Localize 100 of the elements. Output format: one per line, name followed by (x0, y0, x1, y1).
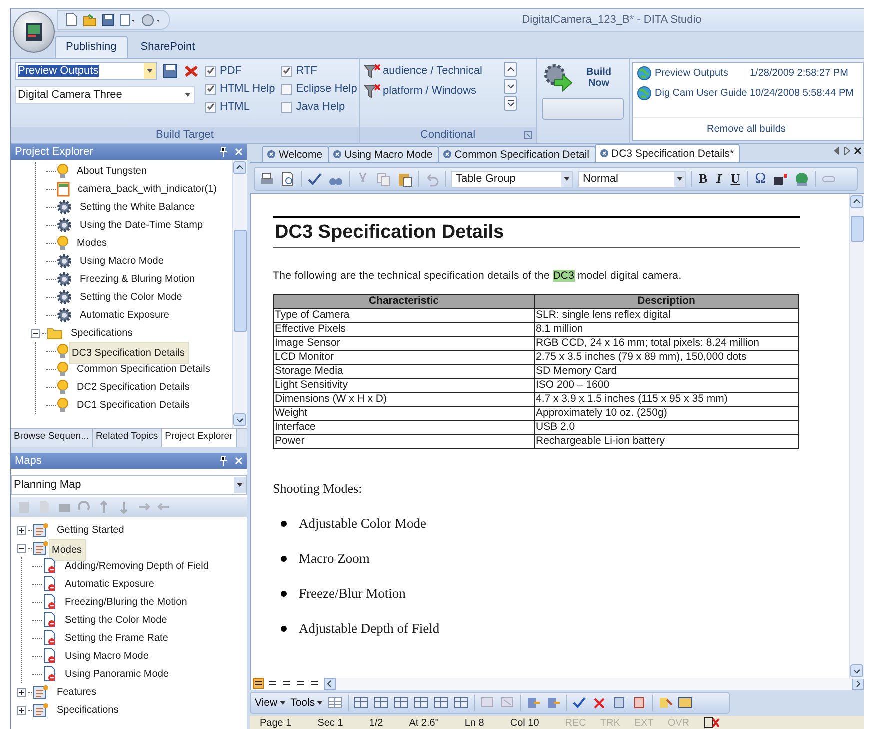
build-name[interactable]: Preview Outputs (655, 68, 747, 78)
tree-item[interactable]: Features (53, 684, 100, 700)
tree-item[interactable]: Specifications (67, 326, 137, 340)
checkbox[interactable] (281, 66, 292, 76)
tree-item[interactable]: Modes (73, 236, 112, 250)
close-tab-icon[interactable] (267, 150, 276, 159)
expand-toggle[interactable] (17, 526, 26, 534)
save-icon[interactable] (163, 64, 178, 78)
tree-item[interactable]: Setting the White Balance (76, 200, 200, 214)
paste-icon[interactable] (397, 172, 413, 186)
checkbox[interactable] (205, 102, 216, 112)
tree-item[interactable]: Setting the Color Mode (76, 290, 186, 304)
reject-icon[interactable] (592, 696, 608, 710)
scrollbar-thumb[interactable] (851, 216, 864, 242)
application-menu-button[interactable] (13, 11, 55, 53)
expand-toggle[interactable] (17, 688, 26, 696)
topic-icon (43, 594, 57, 610)
table-cell: ISO 200 – 1600 (534, 378, 798, 392)
tree-item[interactable]: Automatic Exposure (61, 576, 158, 592)
map-dropdown[interactable]: Planning Map (11, 475, 247, 495)
show-markup-icon[interactable] (678, 696, 694, 710)
tree-item[interactable]: DC3 Specification Details (69, 342, 189, 364)
new-document-icon[interactable] (66, 13, 78, 27)
spell-check-icon[interactable] (307, 172, 323, 186)
checkbox[interactable] (205, 84, 216, 94)
dropdown-icon[interactable] (120, 14, 136, 26)
tree-item[interactable]: Setting the Color Mode (61, 612, 172, 628)
open-folder-icon[interactable] (83, 14, 97, 26)
ribbon-tab[interactable]: Publishing (55, 36, 128, 58)
tree-item[interactable]: Using Macro Mode (61, 648, 153, 664)
format-button[interactable]: I (714, 171, 724, 187)
tree-item[interactable]: camera_back_with_indicator(1) (74, 182, 221, 196)
tree-item[interactable]: Common Specification Details (73, 362, 214, 376)
expand-toggle[interactable] (17, 706, 26, 714)
checkbox[interactable] (281, 84, 292, 94)
tree-item[interactable]: Freezing/Bluring the Motion (61, 594, 192, 610)
map-icon (33, 540, 49, 556)
format-button[interactable]: B (697, 171, 710, 187)
web-link-icon[interactable] (794, 172, 810, 186)
format-button[interactable]: U (728, 171, 742, 187)
target-dropdown[interactable]: Digital Camera Three (15, 86, 195, 104)
close-tab-icon[interactable] (600, 149, 609, 158)
tab-right-icon[interactable] (844, 147, 850, 155)
menu-button[interactable]: View (255, 697, 286, 709)
gallery-more-button[interactable] (504, 96, 518, 111)
gear-icon (57, 218, 72, 232)
tree-item[interactable]: Using the Date-Time Stamp (76, 218, 208, 232)
expand-toggle[interactable] (31, 328, 40, 338)
document-tab[interactable]: Common Specification Detail (438, 146, 596, 162)
checkbox[interactable] (205, 66, 216, 76)
build-now-button[interactable]: Build Now (541, 62, 625, 94)
close-tab-icon[interactable] (442, 150, 452, 159)
tree-item[interactable]: Setting the Frame Rate (61, 630, 172, 646)
tree-item[interactable]: DC1 Specification Details (73, 398, 194, 412)
style-dropdown[interactable]: Table Group (451, 170, 573, 188)
save-icon[interactable] (102, 14, 115, 26)
condition-item[interactable]: audience / Technical (383, 65, 482, 77)
delete-icon[interactable] (184, 64, 199, 78)
close-icon[interactable] (854, 147, 862, 155)
print-icon[interactable] (259, 172, 275, 186)
help-icon[interactable] (141, 14, 161, 26)
tree-item[interactable]: Modes (49, 539, 86, 561)
column-header: Description (534, 294, 798, 308)
scroll-up-button[interactable] (504, 62, 518, 77)
scroll-down-button[interactable] (504, 79, 518, 94)
accept-icon[interactable] (572, 696, 588, 710)
close-tab-icon[interactable] (332, 150, 342, 159)
tree-item[interactable]: Using Macro Mode (76, 254, 168, 268)
expand-toggle[interactable] (17, 544, 26, 552)
font-dropdown[interactable]: Normal (578, 170, 686, 188)
pin-icon[interactable] (220, 456, 227, 466)
menu-button[interactable]: Tools (290, 697, 324, 709)
checkbox[interactable] (281, 102, 292, 112)
remove-builds-link[interactable]: Remove all builds (707, 124, 786, 134)
ribbon-tab[interactable]: SharePoint (130, 36, 206, 58)
format-button[interactable]: Ω (753, 170, 768, 188)
table-cell: SLR: single lens reflex digital (534, 308, 798, 322)
tree-item[interactable]: Freezing & Bluring Motion (76, 272, 200, 286)
tree-item[interactable]: Specifications (53, 702, 123, 718)
tab-left-icon[interactable] (834, 147, 840, 155)
output-combo[interactable]: Preview Outputs (15, 62, 157, 80)
table-icon[interactable] (328, 696, 344, 710)
tree-item[interactable]: Using Panoramic Mode (61, 666, 173, 682)
pin-icon[interactable] (220, 147, 227, 157)
tree-item[interactable]: About Tungsten (73, 164, 152, 178)
panel-tab[interactable]: Browse Sequen... (11, 429, 93, 447)
normal-view-icon[interactable] (253, 678, 264, 689)
tree-item[interactable]: Automatic Exposure (76, 308, 174, 322)
tree-item[interactable]: Getting Started (53, 522, 128, 538)
build-name[interactable]: Dig Cam User Guide (655, 88, 747, 98)
condition-item[interactable]: platform / Windows (383, 85, 477, 97)
dialog-launcher-icon[interactable] (524, 131, 532, 139)
document-tab[interactable]: Welcome (262, 146, 329, 162)
tree-item[interactable]: DC2 Specification Details (73, 380, 194, 394)
panel-tab[interactable]: Project Explorer (162, 429, 237, 447)
print-preview-icon[interactable] (280, 172, 296, 186)
scrollbar-thumb[interactable] (234, 230, 247, 332)
tree-item[interactable]: Adding/Removing Depth of Field (61, 558, 213, 574)
document-tab[interactable]: Using Macro Mode (328, 146, 439, 162)
document-tab[interactable]: DC3 Specification Details* (594, 144, 740, 162)
